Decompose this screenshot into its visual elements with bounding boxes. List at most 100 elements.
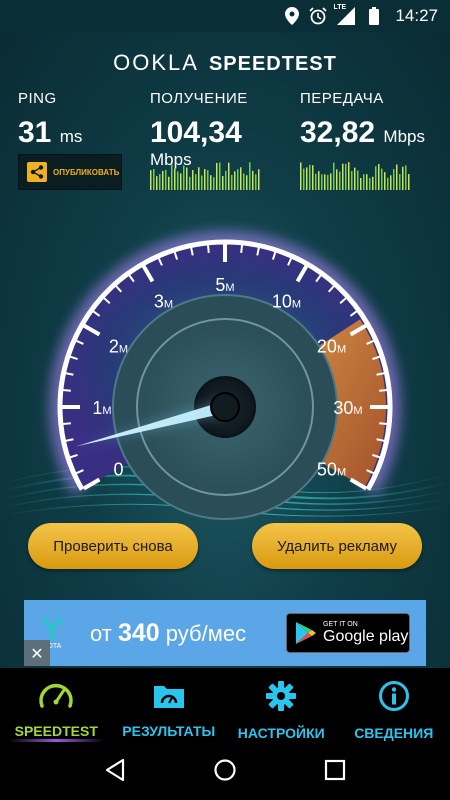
status-time: 14:27 xyxy=(395,6,438,25)
network-type: LTE xyxy=(333,4,347,11)
graph-bar xyxy=(375,166,377,190)
recents-icon[interactable] xyxy=(324,759,346,785)
back-icon[interactable] xyxy=(104,758,126,786)
graph-bar xyxy=(237,169,239,190)
graph-bar xyxy=(399,173,401,190)
ad-offer: от 340 руб/мес xyxy=(90,619,246,648)
graph-bar xyxy=(168,176,170,190)
graph-bar xyxy=(312,165,314,190)
ad-prefix: от xyxy=(90,620,112,646)
graph-bar xyxy=(150,170,152,190)
graph-bar xyxy=(327,174,329,190)
tick-number: 3 xyxy=(154,291,164,311)
graph-bar xyxy=(201,175,203,190)
tick-number: 1 xyxy=(92,398,102,418)
graph-bar xyxy=(351,171,353,190)
download-value: 104,34 xyxy=(150,116,242,149)
graph-bar xyxy=(246,175,248,190)
ping-value: 31 xyxy=(18,116,52,149)
graph-bar xyxy=(192,170,194,190)
retry-button[interactable]: Проверить снова xyxy=(28,523,198,569)
graph-bar xyxy=(318,171,320,190)
ad-close-button[interactable]: ✕ xyxy=(24,640,50,666)
graph-bar xyxy=(405,165,407,190)
graph-bar xyxy=(213,177,215,190)
graph-bar xyxy=(339,171,341,190)
tick-unit: M xyxy=(337,467,346,479)
bottom-navigation: SPEEDTEST РЕЗУЛЬТАТЫ НАСТРОЙКИ СВЕДЕНИЯ xyxy=(0,668,450,744)
upload-value: 32,82 xyxy=(300,116,376,149)
graph-bar xyxy=(321,174,323,190)
download-label: ПОЛУЧЕНИЕ xyxy=(150,90,248,107)
graph-bar xyxy=(180,173,182,190)
gauge-minor-tick xyxy=(379,422,388,426)
store-top-text: GET IT ON xyxy=(323,620,358,628)
graph-bar xyxy=(210,175,212,190)
upload-label: ПЕРЕДАЧА xyxy=(300,90,384,107)
graph-bar xyxy=(303,168,305,190)
ad-suffix: руб/мес xyxy=(165,620,247,646)
alarm-icon xyxy=(309,7,328,25)
graph-bar xyxy=(402,166,404,190)
speedometer-icon xyxy=(38,680,74,714)
gauge-minor-tick xyxy=(62,388,71,392)
graph-bar xyxy=(216,162,218,190)
graph-bar xyxy=(222,176,224,190)
gauge-needle-cap xyxy=(210,392,240,422)
speed-gauge: 0 1M 2M 3M 5M 10M 20M 30M 50M xyxy=(0,202,450,532)
google-play-badge[interactable]: GET IT ON Google play xyxy=(286,613,410,653)
battery-icon xyxy=(365,7,383,25)
settings-gear-icon xyxy=(265,680,297,716)
tick-number: 30 xyxy=(333,398,353,418)
ping-label: PING xyxy=(18,90,57,107)
yota-logo-icon xyxy=(42,616,62,641)
graph-bar xyxy=(378,164,380,190)
graph-bar xyxy=(183,165,185,190)
graph-bar xyxy=(219,162,221,190)
tick-unit: M xyxy=(353,405,362,417)
share-button[interactable]: ОПУБЛИКОВАТЬ xyxy=(18,154,122,190)
tick-number: 5 xyxy=(215,275,225,295)
share-label: ОПУБЛИКОВАТЬ xyxy=(53,167,120,177)
graph-bar xyxy=(345,163,347,190)
tick-number: 2 xyxy=(109,337,119,357)
download-graph xyxy=(150,162,260,190)
ping-value-block: 31 ms xyxy=(18,116,82,150)
graph-bar xyxy=(348,162,350,190)
system-navigation xyxy=(0,744,450,800)
graph-bar xyxy=(381,168,383,190)
upload-unit: Mbps xyxy=(383,127,425,146)
graph-bar xyxy=(255,174,257,190)
graph-bar xyxy=(369,177,371,190)
nav-settings-label: НАСТРОЙКИ xyxy=(237,725,325,741)
graph-bar xyxy=(174,168,176,190)
graph-bar xyxy=(177,171,179,190)
graph-bar xyxy=(252,170,254,190)
graph-bar xyxy=(159,174,161,190)
remove-ads-button[interactable]: Удалить рекламу xyxy=(252,523,422,569)
graph-bar xyxy=(189,176,191,190)
google-play-text: GET IT ON Google play xyxy=(323,621,408,646)
nav-settings[interactable]: НАСТРОЙКИ xyxy=(225,668,338,744)
graph-bar xyxy=(360,177,362,190)
graph-bar xyxy=(384,172,386,190)
graph-bar xyxy=(234,171,236,190)
upload-value-block: 32,82 Mbps xyxy=(300,116,425,150)
nav-results[interactable]: РЕЗУЛЬТАТЫ xyxy=(113,668,226,744)
info-icon xyxy=(378,680,410,716)
ad-banner[interactable]: YOTA от 340 руб/мес GET IT ON Google pla… xyxy=(24,600,426,666)
gauge-minor-tick xyxy=(206,244,210,253)
ookla-logo: OOKLA xyxy=(113,50,199,75)
graph-bar xyxy=(333,162,335,190)
graph-bar xyxy=(228,162,230,190)
graph-bar xyxy=(204,169,206,190)
graph-bar xyxy=(336,169,338,190)
graph-bar xyxy=(186,167,188,190)
graph-bar xyxy=(240,167,242,190)
home-icon[interactable] xyxy=(213,758,237,786)
speedtest-main: OOKLA SPEEDTEST PING 31 ms ОПУБЛИКОВАТЬ П… xyxy=(0,32,450,668)
nav-info[interactable]: СВЕДЕНИЯ xyxy=(338,668,450,744)
nav-speedtest[interactable]: SPEEDTEST xyxy=(0,668,113,744)
graph-bar xyxy=(357,170,359,190)
tick-number: 50 xyxy=(317,460,337,480)
